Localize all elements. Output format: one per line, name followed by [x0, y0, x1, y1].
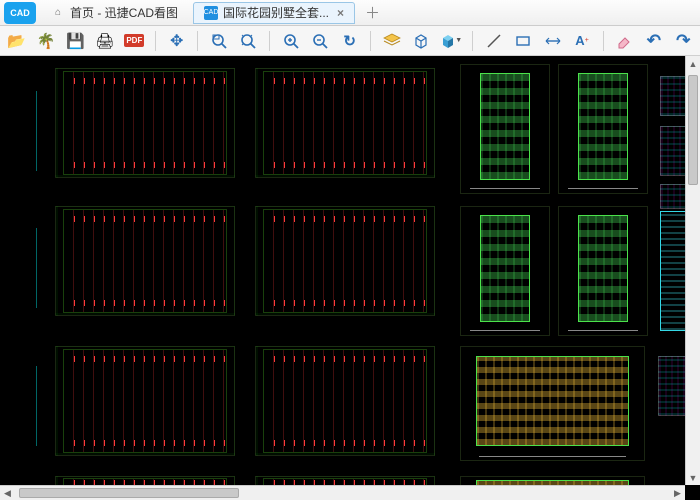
horizontal-scrollbar[interactable]: ◀ ▶	[0, 485, 685, 500]
text-icon: A	[575, 33, 584, 48]
chevron-down-icon: ▼	[455, 37, 462, 44]
zoom-in-button[interactable]	[280, 30, 301, 52]
zoom-window-icon	[211, 33, 227, 49]
drawing-sheet	[255, 346, 435, 456]
save-button[interactable]: 💾	[65, 30, 86, 52]
scroll-right-button[interactable]: ▶	[670, 486, 685, 500]
scroll-thumb[interactable]	[688, 75, 698, 185]
scroll-track[interactable]	[15, 486, 670, 500]
zoom-extents-button[interactable]	[238, 30, 259, 52]
tab-document[interactable]: CAD 国际花园别墅全套... ×	[193, 2, 355, 24]
line-icon	[486, 33, 502, 49]
scroll-thumb[interactable]	[19, 488, 239, 498]
tab-home-label: 首页 - 迅捷CAD看图	[70, 4, 178, 21]
app-logo: CAD	[4, 2, 36, 24]
text-tool-button[interactable]: A+	[571, 30, 592, 52]
zoom-out-button[interactable]	[310, 30, 331, 52]
toolbar: 📂 🌴 💾 🖨 PDF ✥ ↻ ▼ A+ ↶ ↷	[0, 26, 700, 56]
scroll-down-button[interactable]: ▼	[686, 470, 700, 485]
new-tab-button[interactable]: ＋	[359, 2, 386, 23]
toolbar-separator	[472, 31, 473, 51]
print-button[interactable]: 🖨	[94, 30, 115, 52]
drawing-detail	[658, 356, 688, 416]
toolbar-separator	[197, 31, 198, 51]
redo-button[interactable]: ↷	[673, 30, 694, 52]
drawing-viewport[interactable]: ▲ ▼ ◀ ▶	[0, 56, 700, 500]
drawing-sheet	[255, 68, 435, 178]
drawing-annotation	[36, 366, 37, 446]
zoom-out-icon	[312, 33, 328, 49]
toolbar-separator	[370, 31, 371, 51]
pan-icon: ✥	[170, 31, 183, 51]
zoom-window-button[interactable]	[208, 30, 229, 52]
home-icon: ⌂	[51, 6, 65, 20]
refresh-button[interactable]: ↻	[339, 30, 360, 52]
drawing-sheet	[558, 64, 648, 194]
drawing-annotation	[36, 91, 37, 171]
cube-icon	[413, 33, 429, 49]
save-icon: 💾	[66, 32, 85, 50]
erase-button[interactable]	[614, 30, 635, 52]
drawing-sheet	[55, 206, 235, 316]
rect-tool-button[interactable]	[513, 30, 534, 52]
refresh-icon: ↻	[343, 32, 356, 50]
toolbar-separator	[155, 31, 156, 51]
title-bar: CAD ⌂ 首页 - 迅捷CAD看图 CAD 国际花园别墅全套... × ＋	[0, 0, 700, 26]
box-3d-button[interactable]	[411, 30, 432, 52]
dimension-tool-button[interactable]	[542, 30, 563, 52]
drawing-annotation	[36, 228, 37, 308]
zoom-in-icon	[283, 33, 299, 49]
drawing-sheet	[558, 206, 648, 336]
scroll-track[interactable]	[686, 71, 700, 470]
eraser-icon	[616, 33, 632, 49]
solid-cube-icon	[440, 33, 454, 49]
drawing-sheet	[55, 346, 235, 456]
drawing-sheet	[460, 206, 550, 336]
folder-icon: 📂	[7, 32, 26, 50]
dimension-icon	[544, 33, 562, 49]
toolbar-separator	[269, 31, 270, 51]
layers-button[interactable]	[381, 30, 402, 52]
rect-icon	[515, 33, 531, 49]
drawing-detail	[660, 184, 688, 209]
vertical-scrollbar[interactable]: ▲ ▼	[685, 56, 700, 485]
solid-3d-button[interactable]: ▼	[440, 30, 462, 52]
line-tool-button[interactable]	[483, 30, 504, 52]
tab-close-button[interactable]: ×	[337, 6, 344, 20]
drawing-sheet	[55, 68, 235, 178]
layers-icon	[383, 33, 401, 49]
tab-home[interactable]: ⌂ 首页 - 迅捷CAD看图	[40, 2, 189, 24]
zoom-extents-icon	[240, 33, 256, 49]
cad-canvas	[0, 56, 700, 500]
tab-document-label: 国际花园别墅全套...	[223, 4, 329, 21]
palm-icon: 🌴	[37, 32, 56, 50]
drawing-sheet	[460, 346, 645, 461]
open-file-button[interactable]: 📂	[6, 30, 27, 52]
export-pdf-button[interactable]: PDF	[124, 30, 145, 52]
drawing-sheet	[460, 64, 550, 194]
palm-tool-button[interactable]: 🌴	[35, 30, 56, 52]
pan-button[interactable]: ✥	[166, 30, 187, 52]
print-icon: 🖨	[95, 32, 114, 50]
toolbar-separator	[603, 31, 604, 51]
undo-button[interactable]: ↶	[643, 30, 664, 52]
cad-file-icon: CAD	[204, 6, 218, 20]
drawing-sheet	[255, 206, 435, 316]
drawing-detail	[660, 76, 688, 116]
scroll-left-button[interactable]: ◀	[0, 486, 15, 500]
undo-icon: ↶	[647, 31, 661, 51]
redo-icon: ↷	[676, 31, 690, 51]
pdf-icon: PDF	[124, 34, 144, 47]
drawing-detail	[660, 126, 688, 176]
scroll-up-button[interactable]: ▲	[686, 56, 700, 71]
